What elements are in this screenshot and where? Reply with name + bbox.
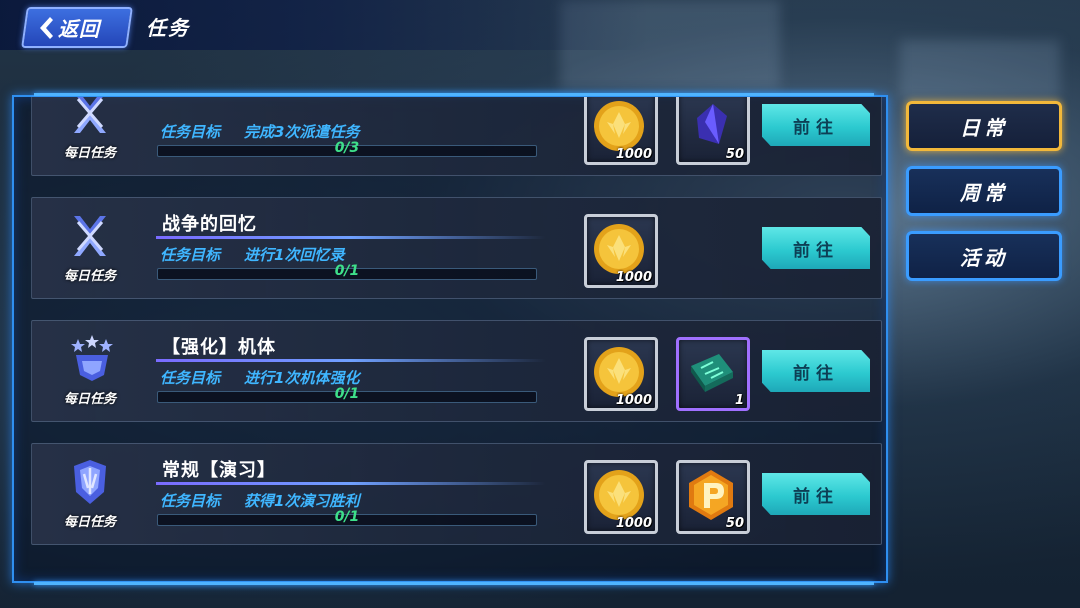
gold-coin-icon bbox=[594, 101, 644, 151]
title-underline bbox=[156, 236, 546, 239]
task-badge: 每日任务 bbox=[54, 208, 126, 290]
reward-item[interactable]: 1000 bbox=[584, 460, 658, 534]
chevron-left-icon bbox=[40, 16, 53, 39]
task-badge: 每日任务 bbox=[54, 97, 126, 167]
reward-count: 1000 bbox=[615, 270, 652, 285]
go-button-label: 前往 bbox=[793, 363, 839, 384]
progress-text: 0/1 bbox=[334, 509, 360, 525]
badge-label: 每日任务 bbox=[63, 146, 116, 161]
badge-label: 每日任务 bbox=[63, 392, 116, 407]
progress-text: 0/1 bbox=[334, 263, 360, 279]
tab-label: 活动 bbox=[960, 245, 1008, 270]
go-button[interactable]: 前往 bbox=[762, 350, 870, 392]
crossed-swords-icon bbox=[74, 97, 106, 133]
task-title: 常规【演习】 bbox=[162, 460, 276, 481]
go-button-label: 前往 bbox=[793, 486, 839, 507]
go-button[interactable]: 前往 bbox=[762, 473, 870, 515]
back-label: 返回 bbox=[58, 17, 100, 41]
tab-weekly[interactable]: 周常 bbox=[906, 166, 1062, 216]
reward-item[interactable]: 50 bbox=[676, 460, 750, 534]
task-panel: 每日任务 任务目标 完成3次派遣任务 0/3 1000 50 前往 每日任务 战… bbox=[12, 93, 888, 585]
reward-count: 50 bbox=[725, 147, 744, 162]
reward-count: 1000 bbox=[615, 516, 652, 531]
reward-item[interactable]: 1000 bbox=[584, 214, 658, 288]
progress-text: 0/3 bbox=[334, 140, 360, 156]
progress-bar: 0/1 bbox=[157, 386, 537, 403]
gold-coin-icon bbox=[594, 347, 644, 397]
task-badge: 每日任务 bbox=[54, 331, 126, 413]
reward-count: 1000 bbox=[615, 147, 652, 162]
progress-bar: 0/3 bbox=[157, 140, 537, 157]
blue-crystal-icon bbox=[697, 104, 727, 144]
tab-daily[interactable]: 日常 bbox=[906, 101, 1062, 151]
tab-events[interactable]: 活动 bbox=[906, 231, 1062, 281]
goal-label: 任务目标 bbox=[160, 369, 221, 387]
back-button[interactable]: 返回 bbox=[21, 7, 133, 48]
goal-text: 进行1次回忆录 bbox=[244, 246, 345, 264]
gold-coin-icon bbox=[594, 470, 644, 520]
badge-label: 每日任务 bbox=[63, 269, 116, 284]
reward-count: 1 bbox=[734, 393, 744, 408]
reward-item[interactable]: 1000 bbox=[584, 337, 658, 411]
gold-coin-icon bbox=[594, 224, 644, 274]
go-button-label: 前往 bbox=[793, 240, 839, 261]
task-row: 每日任务 常规【演习】 任务目标 获得1次演习胜利 0/1 1000 50 前往 bbox=[31, 443, 882, 545]
go-button[interactable]: 前往 bbox=[762, 104, 870, 146]
task-list[interactable]: 每日任务 任务目标 完成3次派遣任务 0/3 1000 50 前往 每日任务 战… bbox=[14, 97, 886, 581]
goal-label: 任务目标 bbox=[160, 492, 221, 510]
goal-label: 任务目标 bbox=[160, 246, 221, 264]
go-button-label: 前往 bbox=[793, 117, 839, 138]
task-row: 每日任务 任务目标 完成3次派遣任务 0/3 1000 50 前往 bbox=[31, 97, 882, 176]
mech-helmet-icon bbox=[74, 460, 106, 504]
goal-label: 任务目标 bbox=[160, 123, 221, 141]
tab-label: 日常 bbox=[960, 115, 1008, 140]
task-title: 战争的回忆 bbox=[162, 214, 257, 235]
task-title: 【强化】机体 bbox=[162, 337, 276, 358]
p-token-icon bbox=[689, 470, 733, 520]
task-row: 每日任务 战争的回忆 任务目标 进行1次回忆录 0/1 1000 前往 bbox=[31, 197, 882, 299]
task-row: 每日任务 【强化】机体 任务目标 进行1次机体强化 0/1 1000 1 前往 bbox=[31, 320, 882, 422]
goal-text: 进行1次机体强化 bbox=[244, 369, 360, 387]
goal-text: 完成3次派遣任务 bbox=[244, 123, 360, 141]
go-button[interactable]: 前往 bbox=[762, 227, 870, 269]
panel-edge bbox=[34, 93, 874, 96]
reward-item[interactable]: 1 bbox=[676, 337, 750, 411]
crossed-swords-icon bbox=[74, 216, 106, 256]
progress-bar: 0/1 bbox=[157, 263, 537, 280]
reward-count: 50 bbox=[725, 516, 744, 531]
circuit-chip-icon bbox=[691, 354, 733, 392]
progress-text: 0/1 bbox=[334, 386, 360, 402]
task-badge: 每日任务 bbox=[54, 454, 126, 536]
reward-item[interactable]: 50 bbox=[676, 97, 750, 165]
tab-label: 周常 bbox=[960, 180, 1008, 205]
reward-item[interactable]: 1000 bbox=[584, 97, 658, 165]
three-stars-icon bbox=[71, 335, 113, 381]
reward-count: 1000 bbox=[615, 393, 652, 408]
page-title: 任务 bbox=[146, 16, 190, 40]
badge-label: 每日任务 bbox=[63, 515, 116, 530]
panel-edge bbox=[34, 582, 874, 585]
goal-text: 获得1次演习胜利 bbox=[244, 492, 360, 510]
top-bar: 返回 任务 bbox=[0, 0, 1080, 50]
title-underline bbox=[156, 359, 546, 362]
title-underline bbox=[156, 482, 546, 485]
progress-bar: 0/1 bbox=[157, 509, 537, 526]
